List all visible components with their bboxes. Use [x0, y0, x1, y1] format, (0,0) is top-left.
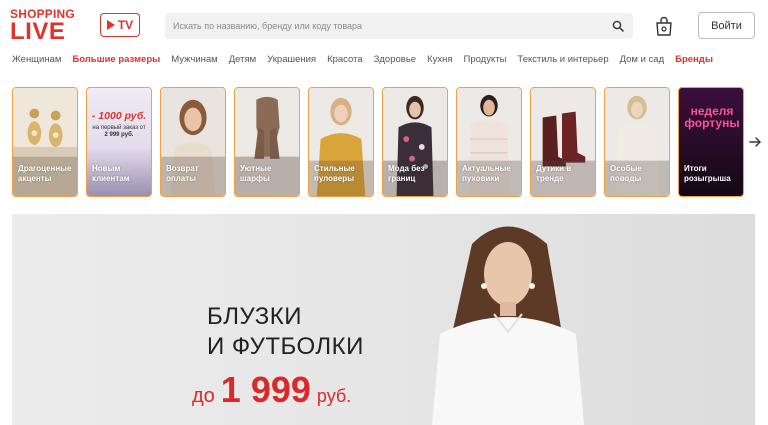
story-card[interactable]: неделя фортуны Итоги розыгрыша [678, 87, 744, 197]
price-amount: 1 999 [220, 369, 311, 410]
tv-label: TV [117, 18, 134, 32]
story-caption: Дутики в тренде [536, 164, 572, 183]
story-card[interactable]: - 1000 руб. на первый заказ от 2 999 руб… [86, 87, 152, 197]
banner-price: до 1 999 руб. [192, 369, 422, 411]
story-caption: Стильные пуловеры [314, 164, 355, 183]
tv-button[interactable]: TV [100, 13, 140, 37]
play-icon [106, 20, 115, 30]
stories-row: Драгоценные акценты - 1000 руб. на первы… [12, 87, 747, 197]
nedelya-fortuny-label: неделя фортуны [684, 104, 740, 130]
nav-item-kids[interactable]: Детям [229, 54, 256, 68]
promo-offer: - 1000 руб. на первый заказ от 2 999 руб… [91, 110, 147, 138]
story-caption: Особые поводы [610, 164, 642, 183]
story-card[interactable]: Возврат оплаты [160, 87, 226, 197]
nav-item-food[interactable]: Продукты [464, 54, 507, 68]
nav-item-beauty[interactable]: Красота [327, 54, 363, 68]
nav-item-jewelry[interactable]: Украшения [267, 54, 316, 68]
price-prefix: до [192, 385, 215, 407]
shopping-live-logo[interactable]: SHOPPING LIVE [10, 6, 80, 46]
promo-discount: - 1000 руб. [91, 110, 147, 122]
search-icon[interactable] [612, 20, 624, 32]
promo-threshold: 2 999 руб. [104, 132, 134, 138]
banner-title: БЛУЗКИ И ФУТБОЛКИ [207, 303, 364, 360]
story-card[interactable]: Уютные шарфы [234, 87, 300, 197]
nav-item-women[interactable]: Женщинам [12, 54, 61, 68]
story-card[interactable]: Дутики в тренде [530, 87, 596, 197]
promo-banner[interactable]: БЛУЗКИ И ФУТБОЛКИ до 1 999 руб. [12, 214, 755, 425]
arrow-right-icon[interactable] [748, 135, 762, 149]
nav-item-plus-size[interactable]: Большие размеры [72, 54, 160, 68]
story-card[interactable]: Мода без границ [382, 87, 448, 197]
story-caption: Мода без границ [388, 164, 425, 183]
category-nav: Женщинам Большие размеры Мужчинам Детям … [12, 54, 713, 68]
story-caption: Уютные шарфы [240, 164, 272, 183]
story-caption: Возврат оплаты [166, 164, 199, 183]
model-photo [432, 226, 584, 425]
nav-item-home-garden[interactable]: Дом и сад [620, 54, 665, 68]
nav-item-kitchen[interactable]: Кухня [427, 54, 452, 68]
story-caption: Новым клиентам [92, 164, 130, 183]
header: SHOPPING LIVE TV Войти [0, 0, 768, 50]
logo-line2: LIVE [10, 18, 66, 45]
promo-condition: на первый заказ от [92, 125, 146, 131]
nav-item-health[interactable]: Здоровье [374, 54, 416, 68]
story-card[interactable]: Драгоценные акценты [12, 87, 78, 197]
story-caption: Драгоценные акценты [18, 164, 72, 183]
nav-item-men[interactable]: Мужчинам [171, 54, 217, 68]
shopping-bag-icon[interactable] [655, 16, 673, 36]
story-card[interactable]: Особые поводы [604, 87, 670, 197]
story-caption: Итоги розыгрыша [684, 164, 731, 183]
price-currency: руб. [316, 386, 352, 406]
story-caption: Актуальные пуховики [462, 164, 511, 183]
login-button[interactable]: Войти [698, 12, 755, 39]
nav-item-brands[interactable]: Бренды [675, 54, 713, 68]
search-input[interactable] [173, 13, 603, 39]
story-card[interactable]: Стильные пуловеры [308, 87, 374, 197]
nav-item-textile[interactable]: Текстиль и интерьер [517, 54, 608, 68]
story-card[interactable]: Актуальные пуховики [456, 87, 522, 197]
search-bar [165, 13, 633, 39]
